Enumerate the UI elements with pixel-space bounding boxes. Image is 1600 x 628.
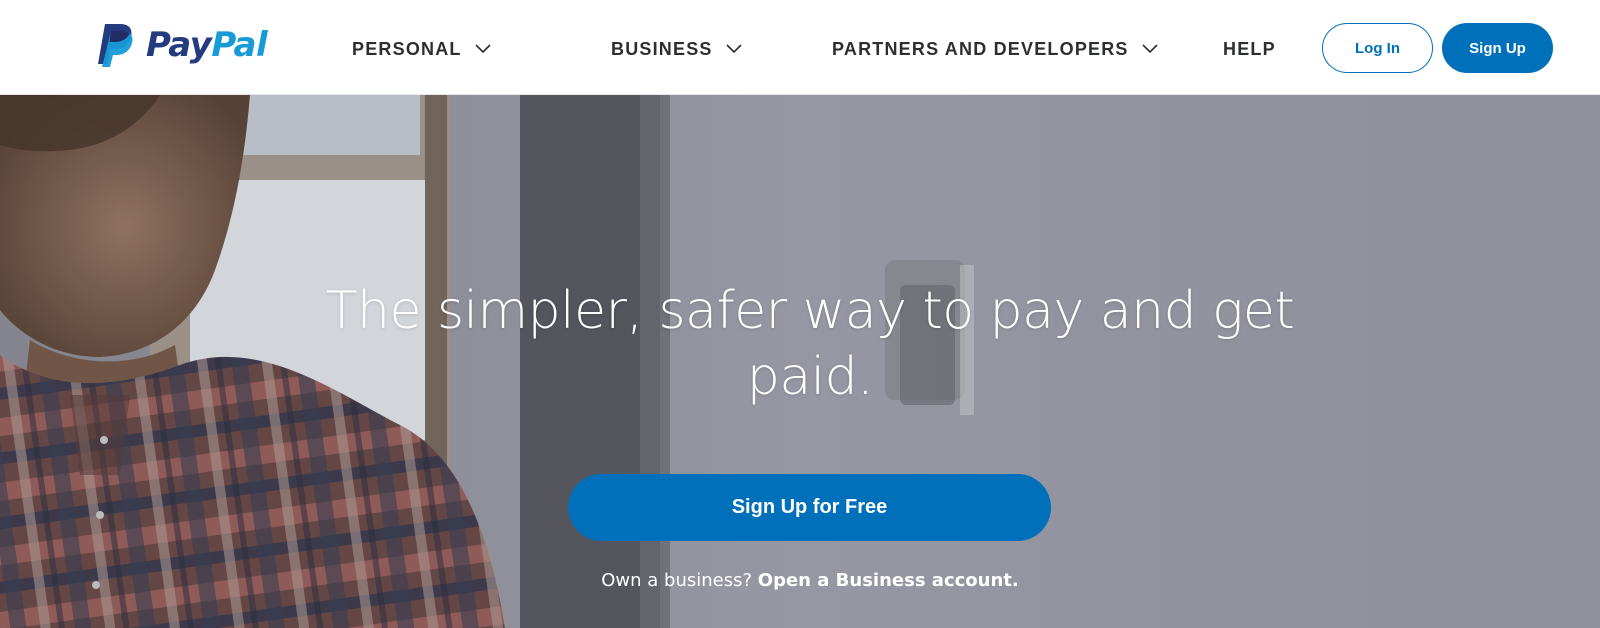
chevron-down-icon	[475, 44, 491, 54]
nav-business[interactable]: BUSINESS	[611, 37, 742, 61]
login-button[interactable]: Log In	[1322, 23, 1433, 73]
business-question: Own a business?	[601, 570, 753, 591]
logo-word-pay: Pay	[146, 25, 212, 65]
nav-personal[interactable]: PERSONAL	[352, 37, 491, 61]
nav-partners-and-developers[interactable]: PARTNERS AND DEVELOPERS	[832, 37, 1158, 61]
open-business-account-link[interactable]: Open a Business account.	[758, 570, 1019, 591]
chevron-down-icon	[726, 44, 742, 54]
nav-help-label: HELP	[1223, 38, 1276, 59]
business-account-prompt: Own a business? Open a Business account.	[500, 570, 1120, 591]
nav-partners-label: PARTNERS AND DEVELOPERS	[832, 38, 1129, 59]
nav-help[interactable]: HELP	[1223, 37, 1276, 61]
site-header: PayPal PERSONAL BUSINESS PARTNERS AND DE…	[0, 0, 1600, 95]
signup-button[interactable]: Sign Up	[1442, 23, 1553, 73]
chevron-down-icon	[1142, 44, 1158, 54]
paypal-wordmark: PayPal	[146, 22, 268, 68]
signup-free-button[interactable]: Sign Up for Free	[568, 474, 1051, 541]
paypal-monogram-icon	[98, 24, 133, 67]
paypal-logo[interactable]: PayPal	[96, 22, 268, 68]
logo-word-pal: Pal	[211, 25, 268, 65]
nav-business-label: BUSINESS	[611, 38, 713, 59]
hero-headline: The simpler, safer way to pay and get pa…	[325, 281, 1295, 407]
nav-personal-label: PERSONAL	[352, 38, 462, 59]
hero-section: The simpler, safer way to pay and get pa…	[0, 95, 1600, 628]
